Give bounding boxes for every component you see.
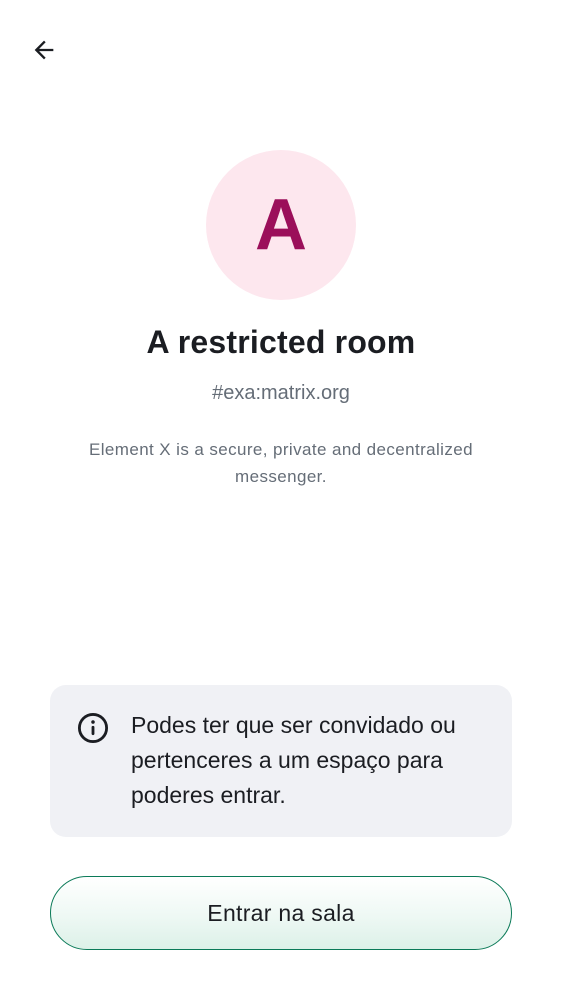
restricted-notice-text: Podes ter que ser convidado ou pertencer… xyxy=(131,712,456,808)
back-button[interactable] xyxy=(22,28,66,72)
restricted-notice: Podes ter que ser convidado ou pertencer… xyxy=(50,685,512,837)
room-description: Element X is a secure, private and decen… xyxy=(89,440,473,486)
room-avatar: A xyxy=(206,150,356,300)
info-icon xyxy=(77,712,109,744)
room-avatar-letter: A xyxy=(255,185,307,265)
join-room-button[interactable]: Entrar na sala xyxy=(50,876,512,950)
room-title: A restricted room xyxy=(146,324,416,360)
arrow-left-icon xyxy=(34,40,54,60)
join-room-button-label: Entrar na sala xyxy=(207,899,355,926)
join-room-screen: A A restricted room #exa:matrix.org Elem… xyxy=(0,0,562,1000)
room-alias: #exa:matrix.org xyxy=(212,382,350,404)
